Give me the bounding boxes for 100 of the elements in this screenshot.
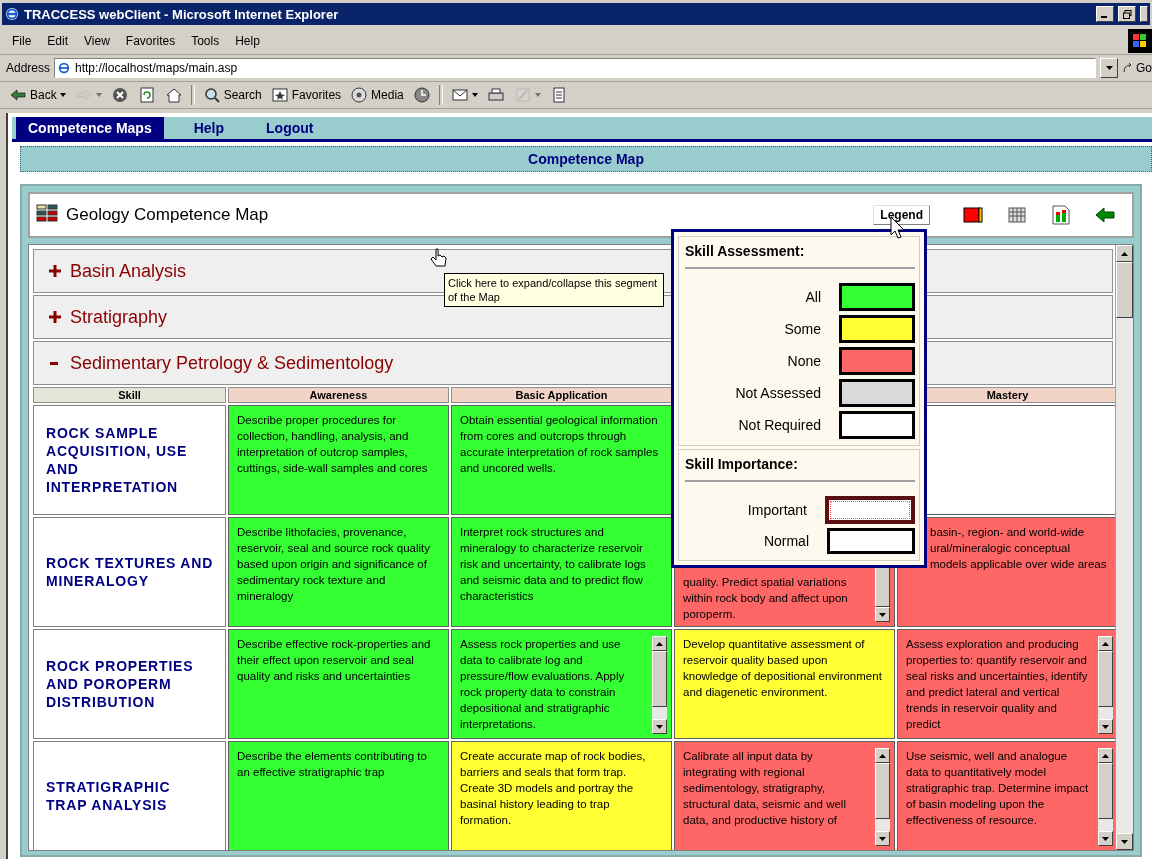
legend-heading: Skill Assessment:	[685, 241, 915, 269]
dropdown-button[interactable]	[1100, 58, 1118, 78]
scrollbar-thumb[interactable]	[1116, 262, 1133, 318]
scroll-down-button[interactable]	[1098, 831, 1113, 846]
scroll-up-button[interactable]	[875, 748, 890, 763]
scrollbar[interactable]	[1098, 636, 1113, 734]
menu-item[interactable]: Edit	[39, 34, 77, 48]
favorites-icon	[270, 86, 289, 104]
down-arrow-icon	[1102, 836, 1109, 841]
windows-logo	[1128, 29, 1152, 53]
scroll-down-button[interactable]	[875, 607, 890, 622]
media-button[interactable]: Media	[347, 86, 407, 104]
skill-name: ROCK TEXTURES AND MINERALOGY	[33, 517, 226, 627]
nav-tab[interactable]: Competence Maps	[16, 117, 164, 139]
back-arrow-icon[interactable]	[1094, 204, 1116, 226]
skill-cell: Develop quantitative assessment of reservoir quality based upon knowledge of depositional environment and diagenetic environment.	[674, 629, 895, 739]
restore-icon	[1122, 9, 1132, 19]
scrollbar[interactable]	[652, 636, 667, 734]
menu-item[interactable]: View	[76, 34, 118, 48]
scroll-down-button[interactable]	[1098, 719, 1113, 734]
go-button[interactable]: Go	[1122, 61, 1152, 75]
menu-item[interactable]: Help	[227, 34, 268, 48]
address-field[interactable]: http://localhost/maps/main.asp	[54, 58, 1096, 78]
scroll-down-button[interactable]	[875, 831, 890, 846]
back-button[interactable]: Back	[6, 86, 69, 104]
legend-label: None	[787, 353, 821, 369]
skill-cell: Assess rock properties and use data to calibrate log and pressure/flow evaluations. Apply rock property data to constrain depositional and stratigraphic interpretations.	[451, 629, 672, 739]
skill-name: ROCK PROPERTIES AND POROPERM DISTRIBUTION	[33, 629, 226, 739]
home-icon	[164, 86, 183, 104]
favorites-button[interactable]: Favorites	[267, 86, 345, 104]
scrollbar[interactable]	[1115, 245, 1133, 850]
nav-tab[interactable]: Help	[181, 117, 237, 139]
search-button[interactable]: Search	[199, 86, 265, 104]
skill-cell: Obtain essential geological information from cores and outcrops through accurate interpretation of rock samples and uncored wells.	[451, 405, 672, 515]
browser-icon	[4, 6, 20, 22]
flag-icon[interactable]	[962, 204, 984, 226]
skill-cell: Describe effective rock-properties and their effect upon reservoir and seal quality and risks and uncertainties	[228, 629, 449, 739]
restore-button[interactable]	[1118, 6, 1136, 22]
scrollbar-thumb[interactable]	[875, 763, 890, 819]
scrollbar-thumb[interactable]	[1098, 651, 1113, 707]
address-label: Address	[6, 61, 51, 75]
skill-name: ROCK SAMPLE ACQUISITION, USE AND INTERPRETATION	[33, 405, 226, 515]
up-arrow-icon	[656, 641, 663, 646]
menu-item[interactable]: Favorites	[117, 34, 184, 48]
down-arrow-icon	[1105, 66, 1113, 70]
legend-label: Not Assessed	[735, 385, 821, 401]
up-arrow-icon	[879, 753, 886, 758]
bar-chart-icon[interactable]	[1050, 204, 1072, 226]
down-arrow-icon	[879, 612, 886, 617]
map-title: Geology Competence Map	[66, 205, 270, 225]
skill-cell: Describe the elements contributing to an effective stratigraphic trap	[228, 741, 449, 850]
plus-icon[interactable]	[48, 310, 62, 324]
menu-item[interactable]: File	[4, 34, 40, 48]
edit-icon	[513, 86, 532, 104]
skill-cell: Create accurate map of rock bodies, barriers and seals that form trap. Create 3D models and portray the basinal history leading to trap formation.	[451, 741, 672, 850]
nav-tab[interactable]: Logout	[254, 117, 326, 139]
caret-icon	[534, 93, 541, 97]
scrollbar-thumb[interactable]	[652, 651, 667, 707]
refresh-icon	[137, 86, 156, 104]
up-arrow-icon	[1121, 251, 1128, 256]
scroll-up-button[interactable]	[1098, 636, 1113, 651]
caret-icon	[471, 93, 478, 97]
menu-item[interactable]: Tools	[183, 34, 228, 48]
legend-label: Some	[784, 321, 821, 337]
history-icon	[412, 86, 431, 104]
scroll-up-button[interactable]	[652, 636, 667, 651]
plus-icon[interactable]	[48, 264, 62, 278]
caret-icon	[59, 93, 66, 97]
scroll-down-button[interactable]	[1116, 833, 1133, 850]
mail-icon	[450, 86, 469, 104]
down-arrow-icon	[656, 724, 663, 729]
scrollbar-thumb[interactable]	[1098, 763, 1113, 819]
tooltip: Click here to expand/collapse this segment of the Map	[444, 273, 664, 307]
legend-label: Normal	[763, 533, 809, 549]
down-arrow-icon	[1121, 839, 1128, 844]
page-header: Competence Map	[20, 146, 1152, 172]
scroll-up-button[interactable]	[1116, 245, 1133, 262]
skill-cell: Calibrate all input data by integrating with regional sedimentology, stratigraphy, structural data, seismic and well data, and productive history of	[674, 741, 895, 850]
column-header: Awareness	[228, 387, 449, 403]
skill-cell: Describe proper procedures for collection, handling, analysis, and interpretation of outcrop samples, cuttings, side-wall samples and cores	[228, 405, 449, 515]
close-button[interactable]	[1140, 6, 1148, 22]
scrollbar[interactable]	[875, 748, 890, 846]
window-title: TRACCESS webClient - Microsoft Internet Explorer	[24, 6, 340, 22]
legend-button[interactable]: Legend	[873, 205, 930, 225]
print-icon	[486, 86, 505, 104]
grid-icon[interactable]	[1006, 204, 1028, 226]
legend-label: Not Required	[738, 417, 821, 433]
up-arrow-icon	[1102, 753, 1109, 758]
media-icon	[350, 86, 369, 104]
skill-cell: Use seismic, well and analogue data to quantitatively model stratigraphic trap. Determine impact of basin modeling upon the effectiveness of resource.	[897, 741, 1115, 850]
scroll-up-button[interactable]	[1098, 748, 1113, 763]
down-arrow-icon	[879, 836, 886, 841]
stop-icon	[110, 86, 129, 104]
skill-cell: Describe lithofacies, provenance, reservoir, seal and source rock quality based upon origin and significance of sedimentary rock texture and mineralogy	[228, 517, 449, 627]
down-arrow-icon	[1102, 724, 1109, 729]
minimize-button[interactable]	[1096, 6, 1114, 22]
scroll-down-button[interactable]	[652, 719, 667, 734]
skill-name: STRATIGRAPHIC TRAP ANALYSIS	[33, 741, 226, 850]
column-header: Skill	[33, 387, 226, 403]
scrollbar[interactable]	[1098, 748, 1113, 846]
